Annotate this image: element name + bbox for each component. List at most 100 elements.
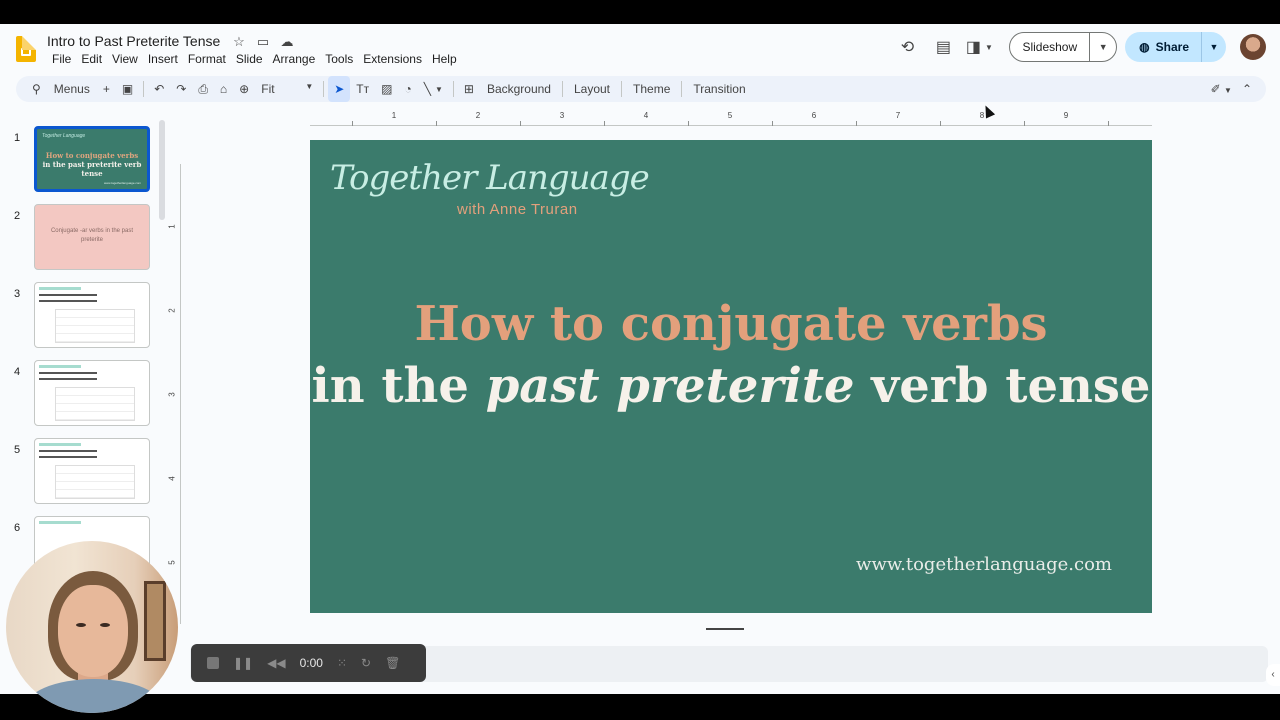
slide-title-line2[interactable]: in the past preterite verb tense <box>310 358 1152 414</box>
slide-canvas[interactable]: Together Language with Anne Truran How t… <box>310 140 1152 613</box>
slide-number: 4 <box>14 366 21 378</box>
text-box-icon[interactable]: Tт <box>350 76 375 102</box>
add-comment-icon[interactable]: ⊞ <box>458 76 480 102</box>
ruler-number: 1 <box>391 111 397 120</box>
filmstrip-item[interactable]: 4 <box>0 360 160 430</box>
ruler-number: 4 <box>167 476 177 481</box>
presenter-eye <box>76 623 86 627</box>
document-title[interactable]: Intro to Past Preterite Tense <box>47 33 220 49</box>
comments-icon[interactable]: ▤ <box>925 32 961 62</box>
menu-slide[interactable]: Slide <box>231 52 268 66</box>
menu-view[interactable]: View <box>107 52 143 66</box>
slide-thumbnail[interactable] <box>34 360 150 426</box>
layout-thumb-icon[interactable]: ▣ <box>116 76 139 102</box>
shape-icon[interactable]: ◔ <box>398 76 417 102</box>
title-line2-emphasis: past preterite <box>485 358 855 414</box>
zoom-value: Fit <box>261 82 275 96</box>
print-icon[interactable]: ⎙ <box>192 76 214 102</box>
ruler-number: 2 <box>167 308 177 313</box>
stop-icon[interactable] <box>207 657 219 669</box>
slide-thumbnail[interactable] <box>34 282 150 348</box>
ruler-number: 7 <box>895 111 901 120</box>
grid-dots-icon[interactable]: ⁙ <box>337 656 347 670</box>
slides-app: Intro to Past Preterite Tense ☆ ▭ ☁ File… <box>0 24 1280 713</box>
pen-mode-icon[interactable]: ✐ ▼ <box>1211 82 1232 96</box>
share-dropdown-icon[interactable]: ▼ <box>1202 42 1226 52</box>
search-menus-icon[interactable]: ⚲ <box>26 76 47 102</box>
restart-icon[interactable]: ↻ <box>361 656 371 670</box>
star-icon[interactable]: ☆ <box>231 34 247 50</box>
new-slide-icon[interactable]: + <box>97 76 116 102</box>
slide-thumbnail[interactable]: Together Language How to conjugate verbs… <box>34 126 150 192</box>
thumb-brand: Together Language <box>42 133 86 139</box>
brand-logo-text[interactable]: Together Language <box>330 158 650 198</box>
webcam-bubble[interactable] <box>6 541 178 713</box>
side-panel-toggle-icon[interactable]: ‹ <box>1266 664 1280 686</box>
zoom-select[interactable]: Fit ▼ <box>255 82 319 96</box>
slideshow-dropdown-icon[interactable]: ▼ <box>1090 42 1116 52</box>
cloud-status-icon[interactable]: ☁ <box>279 34 295 50</box>
transition-button[interactable]: Transition <box>686 82 752 96</box>
slides-logo-icon[interactable] <box>16 36 36 62</box>
menu-extensions[interactable]: Extensions <box>358 52 427 66</box>
menu-help[interactable]: Help <box>427 52 462 66</box>
select-tool-icon[interactable]: ➤ <box>328 76 351 102</box>
menu-edit[interactable]: Edit <box>76 52 107 66</box>
version-history-icon[interactable]: ⟲ <box>889 32 925 62</box>
ruler-number: 3 <box>167 392 177 397</box>
account-avatar[interactable] <box>1240 34 1266 60</box>
presenter-shirt <box>24 679 164 713</box>
slide-number: 6 <box>14 522 21 534</box>
layout-button[interactable]: Layout <box>567 82 617 96</box>
menu-format[interactable]: Format <box>183 52 231 66</box>
slide-website[interactable]: www.togetherlanguage.com <box>856 554 1112 575</box>
zoom-icon[interactable]: ⊕ <box>233 76 255 102</box>
theme-button[interactable]: Theme <box>626 82 677 96</box>
filmstrip-item[interactable]: 2 Conjugate -ar verbs in the past preter… <box>0 204 160 274</box>
recording-controls: ❚❚ ◀◀ 0:00 ⁙ ↻ 🗑 <box>191 644 426 682</box>
slide-title-line1[interactable]: How to conjugate verbs <box>310 296 1152 352</box>
ruler-number: 5 <box>727 111 733 120</box>
delete-icon[interactable]: 🗑 <box>385 656 400 670</box>
thumb-title-line1: How to conjugate verbs <box>45 151 139 160</box>
title-line2-start: in the <box>311 358 486 414</box>
slide-number: 5 <box>14 444 21 456</box>
background-button[interactable]: Background <box>480 82 558 96</box>
ruler-number: 3 <box>559 111 565 120</box>
slide-number: 2 <box>14 210 21 222</box>
slideshow-button[interactable]: Slideshow ▼ <box>1009 32 1118 62</box>
zoom-dropdown-icon: ▼ <box>305 82 314 91</box>
presenter-eye <box>100 623 110 627</box>
menu-file[interactable]: File <box>47 52 76 66</box>
menu-insert[interactable]: Insert <box>143 52 183 66</box>
line-icon[interactable]: ╲ ▼ <box>418 76 449 102</box>
menus-search[interactable]: Menus <box>47 82 97 96</box>
brand-subtitle[interactable]: with Anne Truran <box>457 201 578 218</box>
thumb-text: Conjugate -ar verbs in the past preterit… <box>50 228 134 243</box>
menu-arrange[interactable]: Arrange <box>268 52 321 66</box>
slide-thumbnail[interactable] <box>34 438 150 504</box>
share-label[interactable]: Share <box>1156 32 1189 62</box>
filmstrip-item[interactable]: 3 <box>0 282 160 352</box>
ruler-number: 9 <box>1063 111 1069 120</box>
thumb-title-line2: in the past preterite verb tense <box>42 160 142 178</box>
ruler-number: 4 <box>643 111 649 120</box>
ruler-number: 2 <box>475 111 481 120</box>
collapse-toolbar-icon[interactable]: ⌃ <box>1242 82 1252 96</box>
slide-thumbnail[interactable]: Conjugate -ar verbs in the past preterit… <box>34 204 150 270</box>
filmstrip-item[interactable]: 1 Together Language How to conjugate ver… <box>0 126 160 196</box>
slideshow-label[interactable]: Slideshow <box>1010 33 1091 61</box>
image-icon[interactable]: ▨ <box>375 76 398 102</box>
presenter-face <box>58 585 128 677</box>
share-button[interactable]: ◍ Share ▼ <box>1125 32 1226 62</box>
menu-tools[interactable]: Tools <box>320 52 358 66</box>
speaker-notes-handle[interactable] <box>706 628 744 630</box>
meet-icon[interactable]: ◨ ▼ <box>961 32 997 62</box>
redo-icon[interactable]: ↷ <box>170 76 192 102</box>
pause-icon[interactable]: ❚❚ <box>233 656 253 670</box>
rewind-icon[interactable]: ◀◀ <box>267 656 285 670</box>
undo-icon[interactable]: ↶ <box>148 76 170 102</box>
filmstrip-item[interactable]: 5 <box>0 438 160 508</box>
paint-format-icon[interactable]: ⌂ <box>214 76 233 102</box>
move-folder-icon[interactable]: ▭ <box>255 34 271 50</box>
